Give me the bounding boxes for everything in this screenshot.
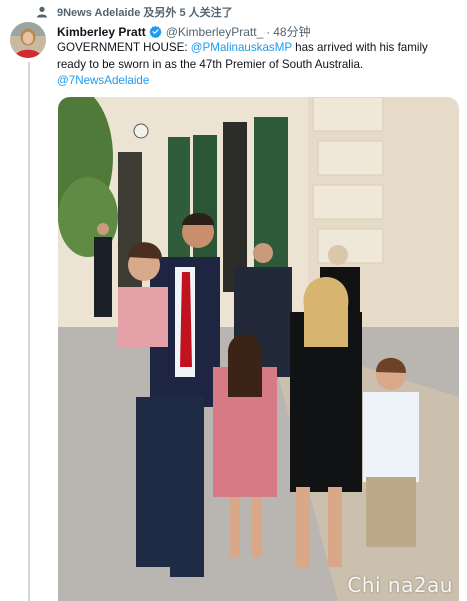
tweet-header: Kimberley Pratt @KimberleyPratt_ · 48分钟 [57,23,311,40]
separator: · [266,24,271,39]
tweet-photo[interactable]: Chi na2au [58,97,459,601]
account-link[interactable]: @7NewsAdelaide [57,74,149,87]
tweet-text-part1: GOVERNMENT HOUSE: [57,41,191,54]
social-context[interactable]: 9News Adelaide 及另外 5 人关注了 [57,4,233,20]
photo-illustration [58,97,459,601]
thread-line [28,62,30,601]
watermark: Chi na2au [347,573,453,597]
mention-link[interactable]: @PMalinauskasMP [191,41,292,54]
tweet-text: GOVERNMENT HOUSE: @PMalinauskasMP has ar… [57,40,457,90]
verified-badge-icon [148,25,162,38]
timestamp[interactable]: 48分钟 [273,23,310,40]
person-icon [37,6,47,18]
handle[interactable]: @KimberleyPratt_ [166,25,264,39]
avatar[interactable] [10,22,46,58]
display-name[interactable]: Kimberley Pratt [57,25,146,39]
